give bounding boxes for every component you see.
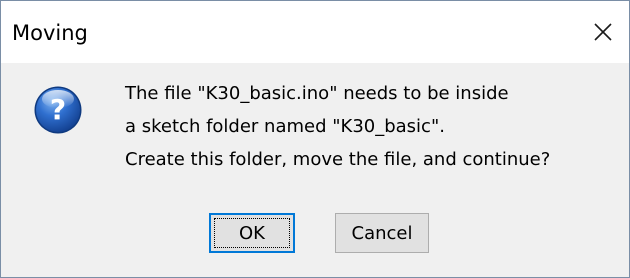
moving-dialog: Moving ? The file "K30_basic.ino" needs …: [0, 0, 630, 278]
dialog-body: ? The file "K30_basic.ino" needs to be i…: [1, 63, 629, 277]
question-icon: ?: [34, 86, 82, 134]
close-icon: [594, 23, 612, 41]
dialog-message: The file "K30_basic.ino" needs to be ins…: [125, 77, 625, 176]
ok-button[interactable]: OK: [209, 213, 295, 253]
cancel-button[interactable]: Cancel: [335, 213, 429, 253]
window-title: Moving: [12, 21, 88, 45]
ok-button-label: OK: [239, 222, 265, 244]
cancel-button-label: Cancel: [351, 222, 413, 244]
message-line: a sketch folder named "K30_basic".: [125, 116, 445, 137]
svg-text:?: ?: [50, 93, 66, 126]
close-button[interactable]: [577, 1, 629, 63]
title-bar[interactable]: Moving: [1, 1, 629, 63]
message-line: The file "K30_basic.ino" needs to be ins…: [125, 83, 509, 104]
message-line: Create this folder, move the file, and c…: [125, 149, 551, 170]
